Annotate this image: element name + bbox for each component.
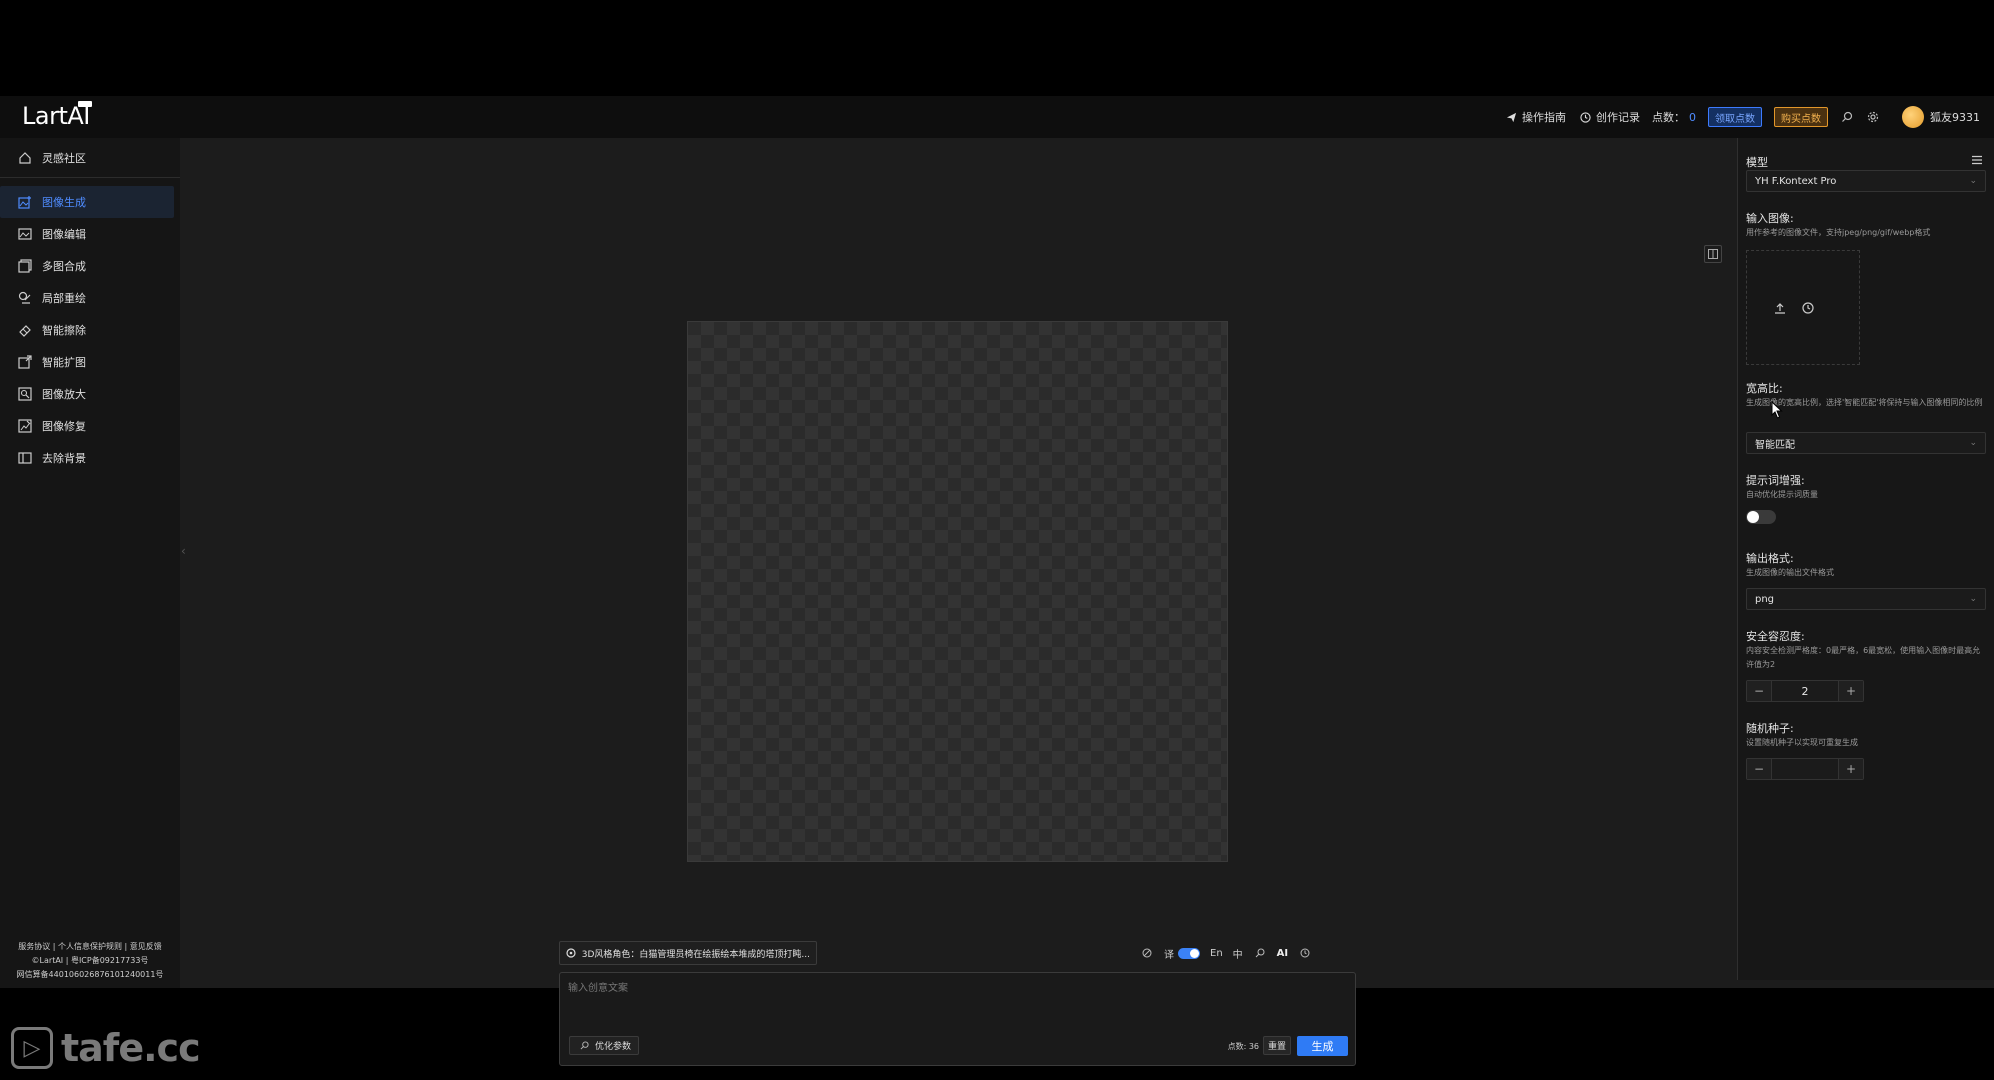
search-icon[interactable] [1253,946,1267,960]
input-image-desc: 用作参考的图像文件，支持jpeg/png/gif/webp格式 [1746,228,1931,237]
translate-label: 译 [1164,949,1174,961]
sidebar-item-restore[interactable]: 图像修复 [0,410,180,442]
no-icon[interactable] [1140,946,1154,960]
watermark-logo-icon: ▷ [11,1027,53,1069]
prompt-enhance-desc: 自动优化提示词质量 [1746,490,1818,499]
footer-icp: ©LartAI | 粤ICP备09217733号 [31,956,149,965]
claim-points-button[interactable]: 领取点数 [1708,107,1762,127]
safety-desc: 内容安全检测严格度：0最严格，6最宽松，使用输入图像时最高允许值为2 [1746,646,1981,669]
safety-label: 安全容忍度: [1746,630,1805,643]
sidebar-item-upscale[interactable]: 图像放大 [0,378,180,410]
home-icon [18,151,32,165]
buy-points-button[interactable]: 购买点数 [1774,107,1828,127]
seed-value[interactable] [1771,759,1839,779]
header-actions: 操作指南 创作记录 点数： 0 领取点数 购买点数 狐友9331 [1504,96,1980,138]
brush-icon [18,291,32,305]
search-icon[interactable] [1840,110,1854,124]
prompt-enhance-toggle[interactable] [1746,510,1776,524]
guide-link[interactable]: 操作指南 [1504,109,1566,125]
footer-record: 网信算备440106026876101240011号 [16,970,164,979]
preset-prompt-chip[interactable]: 3D风格角色：白猫管理员椅在绘振绘本堆成的塔顶打盹... [559,941,817,965]
sidebar-item-remove-bg[interactable]: 去除背景 [0,442,180,474]
increment-button[interactable]: + [1839,681,1863,701]
chevron-down-icon: ⌄ [1969,594,1977,604]
prompt-input[interactable] [568,979,1338,1019]
sidebar-item-image-edit[interactable]: 图像编辑 [0,218,180,250]
repair-icon [18,419,32,433]
footer-links[interactable]: 服务协议 | 个人信息保护规则 | 意见反馈 [0,940,180,954]
seed-stepper: − + [1746,758,1864,780]
image-edit-icon [18,227,32,241]
layers-icon [18,259,32,273]
history-icon[interactable] [1298,946,1312,960]
generate-button[interactable]: 生成 [1297,1036,1348,1056]
model-select[interactable]: YH F.Kontext Pro ⌄ [1746,170,1986,192]
top-header: LartAI 操作指南 创作记录 点数： 0 领取点数 购买点数 狐友9331 [0,96,1994,138]
upload-icon[interactable] [1773,301,1787,315]
avatar [1902,106,1924,128]
sparkle-icon [566,946,577,960]
output-format-desc: 生成图像的输出文件格式 [1746,568,1834,577]
sidebar-item-erase[interactable]: 智能擦除 [0,314,180,346]
settings-panel: 模型 YH F.Kontext Pro ⌄ 输入图像: 用作参考的图像文件，支持… [1737,138,1994,980]
sidebar-footer: 服务协议 | 个人信息保护规则 | 意见反馈 ©LartAI | 粤ICP备09… [0,940,180,982]
watermark-text: tafe.cc [61,1026,201,1070]
aspect-select[interactable]: 智能匹配 ⌄ [1746,432,1986,454]
prompt-box: 优化参数 点数: 36 重置 生成 [559,972,1356,1066]
sidebar-item-image-generate[interactable]: 图像生成 [0,186,174,218]
translate-toggle[interactable] [1178,947,1200,959]
history-link[interactable]: 创作记录 [1578,109,1640,125]
search-icon [577,1039,591,1053]
app-logo[interactable]: LartAI [22,101,92,130]
sidebar-item-community[interactable]: 灵感社区 [0,138,180,178]
image-upload-area[interactable] [1746,250,1860,365]
prompt-enhance-label: 提示词增强: [1746,474,1805,487]
decrement-button[interactable]: − [1747,681,1771,701]
safety-stepper: − 2 + [1746,680,1864,702]
remove-bg-icon [18,451,32,465]
sidebar-item-outpaint[interactable]: 智能扩图 [0,346,180,378]
send-icon [1504,110,1518,124]
sidebar: 灵感社区 图像生成 图像编辑 多图合成 局部重绘 智能擦除 智能扩图 图像放大 … [0,138,180,988]
app-window: LartAI 操作指南 创作记录 点数： 0 领取点数 购买点数 狐友9331 … [0,96,1994,1066]
cost-display: 点数: 36 [1227,1042,1259,1051]
prompt-toolbar: 译 En 中 AI [1140,943,1312,963]
clock-icon [1578,110,1592,124]
panel-toggle-button[interactable] [1704,245,1722,263]
output-format-label: 输出格式: [1746,552,1794,565]
ai-button[interactable]: AI [1277,948,1288,959]
sidebar-item-inpaint[interactable]: 局部重绘 [0,282,180,314]
reset-button[interactable]: 重置 [1263,1036,1291,1055]
sidebar-nav: 图像生成 图像编辑 多图合成 局部重绘 智能擦除 智能扩图 图像放大 图像修复 … [0,178,180,474]
watermark: ▷ tafe.cc [11,1026,201,1070]
decrement-button[interactable]: − [1747,759,1771,779]
sidebar-item-multi-compose[interactable]: 多图合成 [0,250,180,282]
image-plus-icon [18,195,32,209]
aspect-label: 宽高比: [1746,382,1783,395]
optimize-params-button[interactable]: 优化参数 [569,1036,640,1055]
increment-button[interactable]: + [1839,759,1863,779]
seed-desc: 设置随机种子以实现可重复生成 [1746,738,1858,747]
history-icon[interactable] [1801,301,1815,315]
image-canvas [687,321,1228,862]
lang-en-button[interactable]: En [1210,948,1223,959]
chevron-down-icon: ⌄ [1969,438,1977,448]
expand-icon [18,355,32,369]
sidebar-collapse-handle[interactable]: ‹ [181,544,191,564]
lang-zh-button[interactable]: 中 [1233,946,1243,961]
model-label: 模型 [1746,156,1768,169]
gear-icon[interactable] [1866,110,1880,124]
input-image-label: 输入图像: [1746,212,1794,225]
eraser-icon [18,323,32,337]
safety-value[interactable]: 2 [1771,681,1839,701]
output-format-select[interactable]: png ⌄ [1746,588,1986,610]
menu-icon[interactable] [1972,150,1982,169]
zoom-icon [18,387,32,401]
chevron-down-icon: ⌄ [1969,176,1977,186]
seed-label: 随机种子: [1746,722,1794,735]
user-menu[interactable]: 狐友9331 [1902,106,1980,128]
mouse-cursor-icon [1771,401,1783,419]
points-display: 点数： 0 [1652,111,1696,124]
